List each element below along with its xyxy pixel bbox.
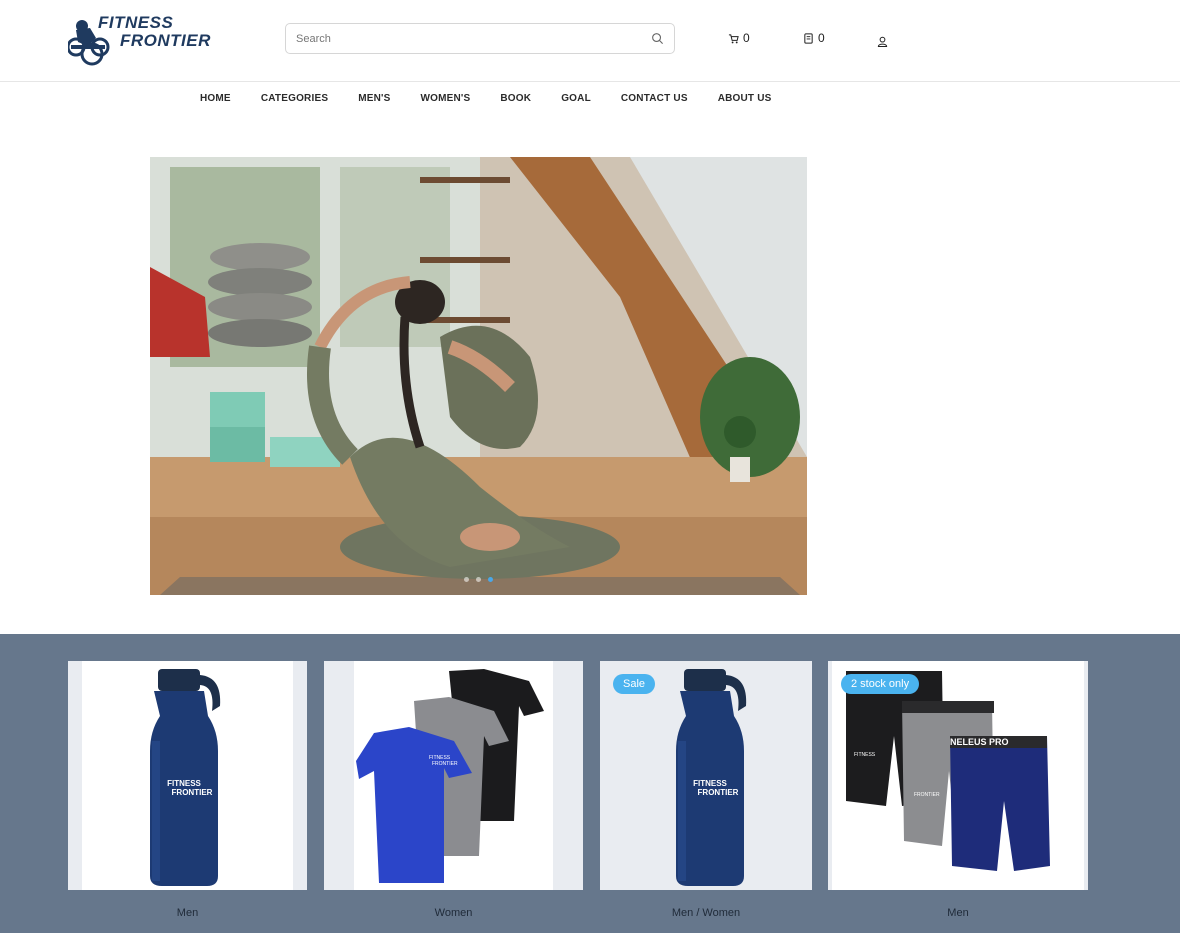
compression-shorts-icon: NELEUS PRO FITNESS FRONTIER: [846, 671, 1050, 871]
cart-count: 0: [743, 31, 750, 45]
nav-mens[interactable]: MEN'S: [358, 93, 390, 107]
product-category[interactable]: Men: [828, 907, 1088, 919]
carousel-dot-2[interactable]: [476, 577, 481, 582]
logo-text: FITNESS FRONTIER: [98, 14, 211, 50]
stock-badge: 2 stock only: [841, 674, 920, 694]
water-bottle-icon: FITNESS FRONTIER: [676, 669, 747, 886]
search-box: [285, 23, 675, 54]
logo-line-1: FITNESS: [98, 13, 174, 32]
book-icon: [804, 32, 813, 44]
nav-womens[interactable]: WOMEN'S: [420, 93, 470, 107]
bottle-print-line-2: FRONTIER: [172, 788, 213, 797]
cart-button[interactable]: 0: [728, 30, 750, 46]
product-image: FITNESS FRONTIER: [82, 661, 293, 890]
bookings-count: 0: [818, 31, 825, 45]
nav-contact-us[interactable]: CONTACT US: [621, 93, 688, 107]
product-card[interactable]: NELEUS PRO FITNESS FRONTIER 2 stock only: [828, 661, 1088, 890]
product-card[interactable]: FITNESS FRONTIER: [324, 661, 583, 890]
shorts-print-line-1: FITNESS: [854, 752, 876, 758]
bottle-print-line-1: FITNESS: [693, 779, 727, 788]
shorts-print-line-2: FRONTIER: [914, 792, 940, 798]
bottle-print-line-1: FITNESS: [167, 779, 201, 788]
search-icon[interactable]: [651, 32, 664, 45]
carousel-dot-1[interactable]: [464, 577, 469, 582]
nav-categories[interactable]: CATEGORIES: [261, 93, 328, 107]
nav-goal[interactable]: GOAL: [561, 93, 591, 107]
tshirt-print-line-2: FRONTIER: [432, 761, 458, 767]
shorts-band-text: NELEUS PRO: [950, 737, 1009, 747]
nav-about-us[interactable]: ABOUT US: [718, 93, 772, 107]
product-category[interactable]: Men: [68, 907, 307, 919]
product-card[interactable]: FITNESS FRONTIER Sale: [600, 661, 812, 890]
water-bottle-icon: FITNESS FRONTIER: [150, 669, 221, 886]
user-icon: [877, 36, 888, 47]
nav-home[interactable]: HOME: [200, 93, 231, 107]
carousel-dot-3[interactable]: [488, 577, 493, 582]
product-image: FITNESS FRONTIER: [354, 661, 553, 890]
carousel-dots: [464, 577, 500, 582]
tshirts-icon: FITNESS FRONTIER: [356, 669, 544, 883]
featured-products: FITNESS FRONTIER FITNESS FRONTIER FITNES…: [0, 634, 1180, 933]
bookings-button[interactable]: 0: [803, 30, 825, 46]
product-category[interactable]: Men / Women: [600, 907, 812, 919]
hero-carousel[interactable]: [150, 157, 807, 595]
hero-yoga-image: [150, 157, 807, 595]
cart-icon: [728, 33, 739, 43]
main-nav: HOME CATEGORIES MEN'S WOMEN'S BOOK GOAL …: [200, 93, 802, 107]
product-card[interactable]: FITNESS FRONTIER: [68, 661, 307, 890]
product-image: NELEUS PRO FITNESS FRONTIER: [832, 661, 1084, 890]
bottle-print-line-2: FRONTIER: [698, 788, 739, 797]
site-logo[interactable]: FITNESS FRONTIER: [68, 12, 233, 66]
site-header: FITNESS FRONTIER 0 0: [0, 0, 1180, 82]
nav-book[interactable]: BOOK: [500, 93, 531, 107]
product-image: FITNESS FRONTIER: [600, 661, 812, 890]
product-category[interactable]: Women: [324, 907, 583, 919]
account-button[interactable]: [877, 33, 892, 49]
sale-badge: Sale: [613, 674, 656, 694]
search-input[interactable]: [296, 30, 636, 48]
logo-line-2: FRONTIER: [120, 31, 211, 50]
